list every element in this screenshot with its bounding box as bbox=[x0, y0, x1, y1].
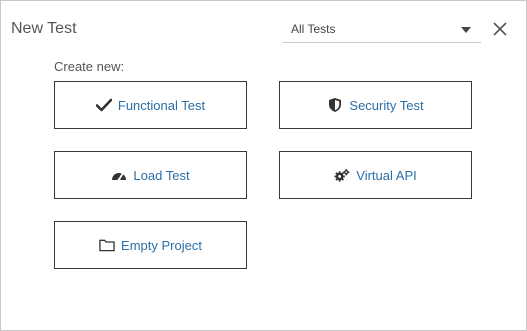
shield-icon bbox=[327, 97, 343, 113]
security-test-label: Security Test bbox=[349, 97, 424, 113]
speedometer-icon bbox=[111, 167, 127, 183]
folder-icon bbox=[99, 237, 115, 253]
checkmark-icon bbox=[95, 97, 112, 113]
load-test-label: Load Test bbox=[133, 167, 190, 183]
empty-project-label: Empty Project bbox=[121, 237, 202, 253]
load-test-button[interactable]: Load Test bbox=[54, 151, 247, 199]
dialog-title: New Test bbox=[11, 20, 77, 37]
security-test-button[interactable]: Security Test bbox=[279, 81, 472, 129]
empty-project-button[interactable]: Empty Project bbox=[54, 221, 247, 269]
virtual-api-label: Virtual API bbox=[356, 167, 417, 183]
caret-down-icon bbox=[461, 27, 471, 33]
test-type-filter-dropdown[interactable]: All Tests bbox=[283, 18, 481, 43]
gears-icon bbox=[334, 167, 350, 183]
functional-test-label: Functional Test bbox=[117, 97, 206, 113]
close-button[interactable] bbox=[491, 20, 509, 38]
close-icon bbox=[493, 22, 507, 36]
virtual-api-button[interactable]: Virtual API bbox=[279, 151, 472, 199]
create-new-label: Create new: bbox=[54, 59, 125, 74]
filter-selected-value: All Tests bbox=[291, 22, 336, 36]
functional-test-button[interactable]: Functional Test bbox=[54, 81, 247, 129]
new-test-dialog: New Test All Tests Create new: Functiona… bbox=[0, 0, 527, 331]
